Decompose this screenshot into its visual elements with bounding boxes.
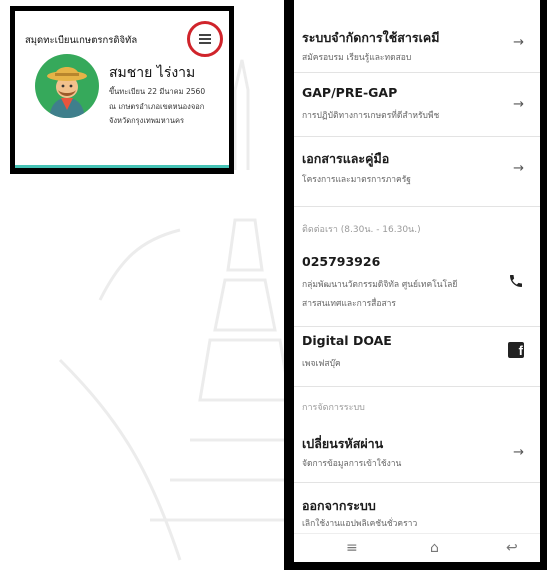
back-icon[interactable]: ↩ <box>506 540 518 556</box>
arrow-right-icon: → <box>513 445 524 460</box>
documents-subtitle: โครงการและมาตรการภาครัฐ <box>302 175 411 185</box>
hamburger-menu-icon <box>199 32 211 46</box>
change-password-title: เปลี่ยนรหัสผ่าน <box>302 436 384 451</box>
gap-subtitle: การปฏิบัติทางการเกษตรที่ดีสำหรับพืช <box>302 111 440 121</box>
farmer-name: สมชาย ไร่งาม <box>109 65 196 81</box>
home-icon[interactable]: ⌂ <box>430 540 439 556</box>
phone-number: 025793926 <box>302 254 381 269</box>
android-nav-bar: ≡ ⌂ ↩ <box>294 533 540 562</box>
facebook-title: Digital DOAE <box>302 333 392 348</box>
logout-item[interactable]: ออกจากระบบ เลิกใช้งานแอปพลิเคชันชั่วคราว <box>294 482 540 530</box>
left-phone-screenshot: สมุดทะเบียนเกษตรกรดิจิทัล สมชาย ไร่งาม ข… <box>10 6 234 174</box>
registration-date: ขึ้นทะเบียน 22 มีนาคม 2560 <box>109 87 206 96</box>
recent-apps-icon[interactable]: ≡ <box>346 540 358 556</box>
contact-section-header: ติดต่อเรา (8.30น. - 16.30น.) <box>302 225 421 235</box>
chemical-restriction-subtitle: สมัครอบรม เรียนรู้และทดสอบ <box>302 53 412 63</box>
chemical-restriction-title: ระบบจำกัดการใช้สารเคมี <box>302 30 440 45</box>
logout-subtitle: เลิกใช้งานแอปพลิเคชันชั่วคราว <box>302 519 418 529</box>
phone-contact-line2: สารสนเทศและการสื่อสาร <box>302 299 396 309</box>
gap-item[interactable]: GAP/PRE-GAP การปฏิบัติทางการเกษตรที่ดีสำ… <box>294 72 540 137</box>
change-password-subtitle: จัดการข้อมูลการเข้าใช้งาน <box>302 459 402 469</box>
right-phone-screenshot: ระบบจำกัดการใช้สารเคมี สมัครอบรม เรียนรู… <box>284 0 547 570</box>
logout-title: ออกจากระบบ <box>302 498 376 513</box>
arrow-right-icon: → <box>513 97 524 112</box>
facebook-subtitle: เพจเฟสบุ๊ค <box>302 359 341 369</box>
documents-item[interactable]: เอกสารและคู่มือ โครงการและมาตรการภาครัฐ … <box>294 136 540 207</box>
registration-office: ณ เกษตรอำเภอเขตหนองจอก <box>109 102 205 111</box>
phone-icon <box>510 275 522 287</box>
facebook-item[interactable]: Digital DOAE เพจเฟสบุ๊ค f <box>294 326 540 387</box>
registration-province: จังหวัดกรุงเทพมหานคร <box>109 116 185 125</box>
menu-screen: ระบบจำกัดการใช้สารเคมี สมัครอบรม เรียนรู… <box>294 0 540 562</box>
change-password-item[interactable]: เปลี่ยนรหัสผ่าน จัดการข้อมูลการเข้าใช้งา… <box>294 420 540 483</box>
facebook-icon: f <box>508 342 524 358</box>
app-title: สมุดทะเบียนเกษตรกรดิจิทัล <box>25 35 138 46</box>
farmer-avatar <box>35 54 99 118</box>
chemical-restriction-item[interactable]: ระบบจำกัดการใช้สารเคมี สมัครอบรม เรียนรู… <box>294 10 540 73</box>
phone-contact-line1: กลุ่มพัฒนานวัตกรรมดิจิทัล ศูนย์เทคโนโลยี <box>302 280 458 290</box>
hamburger-menu-button[interactable] <box>187 21 223 57</box>
phone-contact-item[interactable]: 025793926 กลุ่มพัฒนานวัตกรรมดิจิทัล ศูนย… <box>294 246 540 327</box>
system-section-header: การจัดการระบบ <box>302 403 365 413</box>
arrow-right-icon: → <box>513 35 524 50</box>
gap-title: GAP/PRE-GAP <box>302 85 398 100</box>
profile-screen: สมุดทะเบียนเกษตรกรดิจิทัล สมชาย ไร่งาม ข… <box>15 11 229 168</box>
arrow-right-icon: → <box>513 161 524 176</box>
documents-title: เอกสารและคู่มือ <box>302 151 390 166</box>
